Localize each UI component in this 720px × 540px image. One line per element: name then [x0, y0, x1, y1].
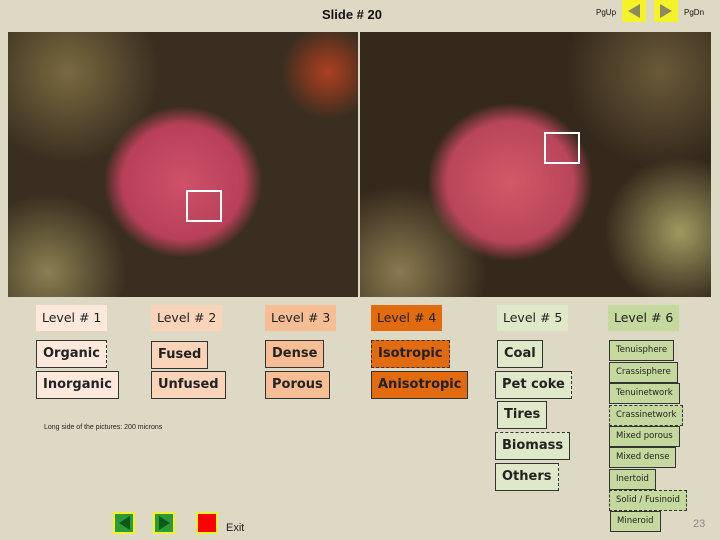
option-others[interactable]: Others	[495, 463, 559, 491]
level-4-header: Level # 4	[371, 305, 443, 331]
level-3-header: Level # 3	[265, 305, 337, 331]
zoom-region-marker	[186, 190, 222, 222]
page-number: 23	[693, 518, 706, 530]
left-arrow-icon	[118, 516, 130, 530]
exit-button[interactable]	[196, 512, 218, 534]
option-porous[interactable]: Porous	[265, 371, 330, 399]
exit-label: Exit	[226, 522, 245, 534]
next-page-button[interactable]	[654, 0, 678, 22]
zoom-region-marker	[544, 132, 580, 164]
scale-caption: Long side of the pictures: 200 microns	[44, 424, 163, 431]
option-crassinetwork[interactable]: Crassinetwork	[609, 405, 684, 426]
slide-title: Slide # 20	[322, 7, 382, 22]
option-mineroid[interactable]: Mineroid	[610, 511, 661, 532]
option-solid-fusinoid[interactable]: Solid / Fusinoid	[609, 490, 687, 511]
option-tires[interactable]: Tires	[497, 401, 548, 429]
option-mixed-dense[interactable]: Mixed dense	[609, 447, 677, 468]
left-arrow-icon	[628, 4, 640, 18]
option-tenuisphere[interactable]: Tenuisphere	[609, 340, 675, 361]
option-coal[interactable]: Coal	[497, 340, 543, 368]
level-1-header: Level # 1	[36, 305, 108, 331]
right-arrow-icon	[660, 4, 672, 18]
level-6-header: Level # 6	[608, 305, 680, 331]
micrograph-right	[360, 32, 711, 297]
option-inorganic[interactable]: Inorganic	[36, 371, 119, 399]
option-fused[interactable]: Fused	[151, 341, 209, 369]
forward-button[interactable]	[153, 512, 175, 534]
option-anisotropic[interactable]: Anisotropic	[371, 371, 469, 399]
option-dense[interactable]: Dense	[265, 340, 325, 368]
option-isotropic[interactable]: Isotropic	[371, 340, 450, 368]
micrograph-left	[8, 32, 358, 297]
option-pet-coke[interactable]: Pet coke	[495, 371, 572, 399]
level-2-header: Level # 2	[151, 305, 223, 331]
prev-page-button[interactable]	[622, 0, 646, 22]
pgdn-label: PgDn	[684, 8, 705, 17]
option-inertoid[interactable]: Inertoid	[609, 469, 656, 490]
option-mixed-porous[interactable]: Mixed porous	[609, 426, 680, 447]
option-crassisphere[interactable]: Crassisphere	[609, 362, 678, 383]
option-biomass[interactable]: Biomass	[495, 432, 571, 460]
option-unfused[interactable]: Unfused	[151, 371, 226, 399]
right-arrow-icon	[158, 516, 170, 530]
level-5-header: Level # 5	[497, 305, 569, 331]
option-organic[interactable]: Organic	[36, 340, 107, 368]
back-button[interactable]	[113, 512, 135, 534]
option-tenuinetwork[interactable]: Tenuinetwork	[609, 383, 680, 404]
pgup-label: PgUp	[596, 8, 617, 17]
stop-icon	[198, 514, 216, 532]
